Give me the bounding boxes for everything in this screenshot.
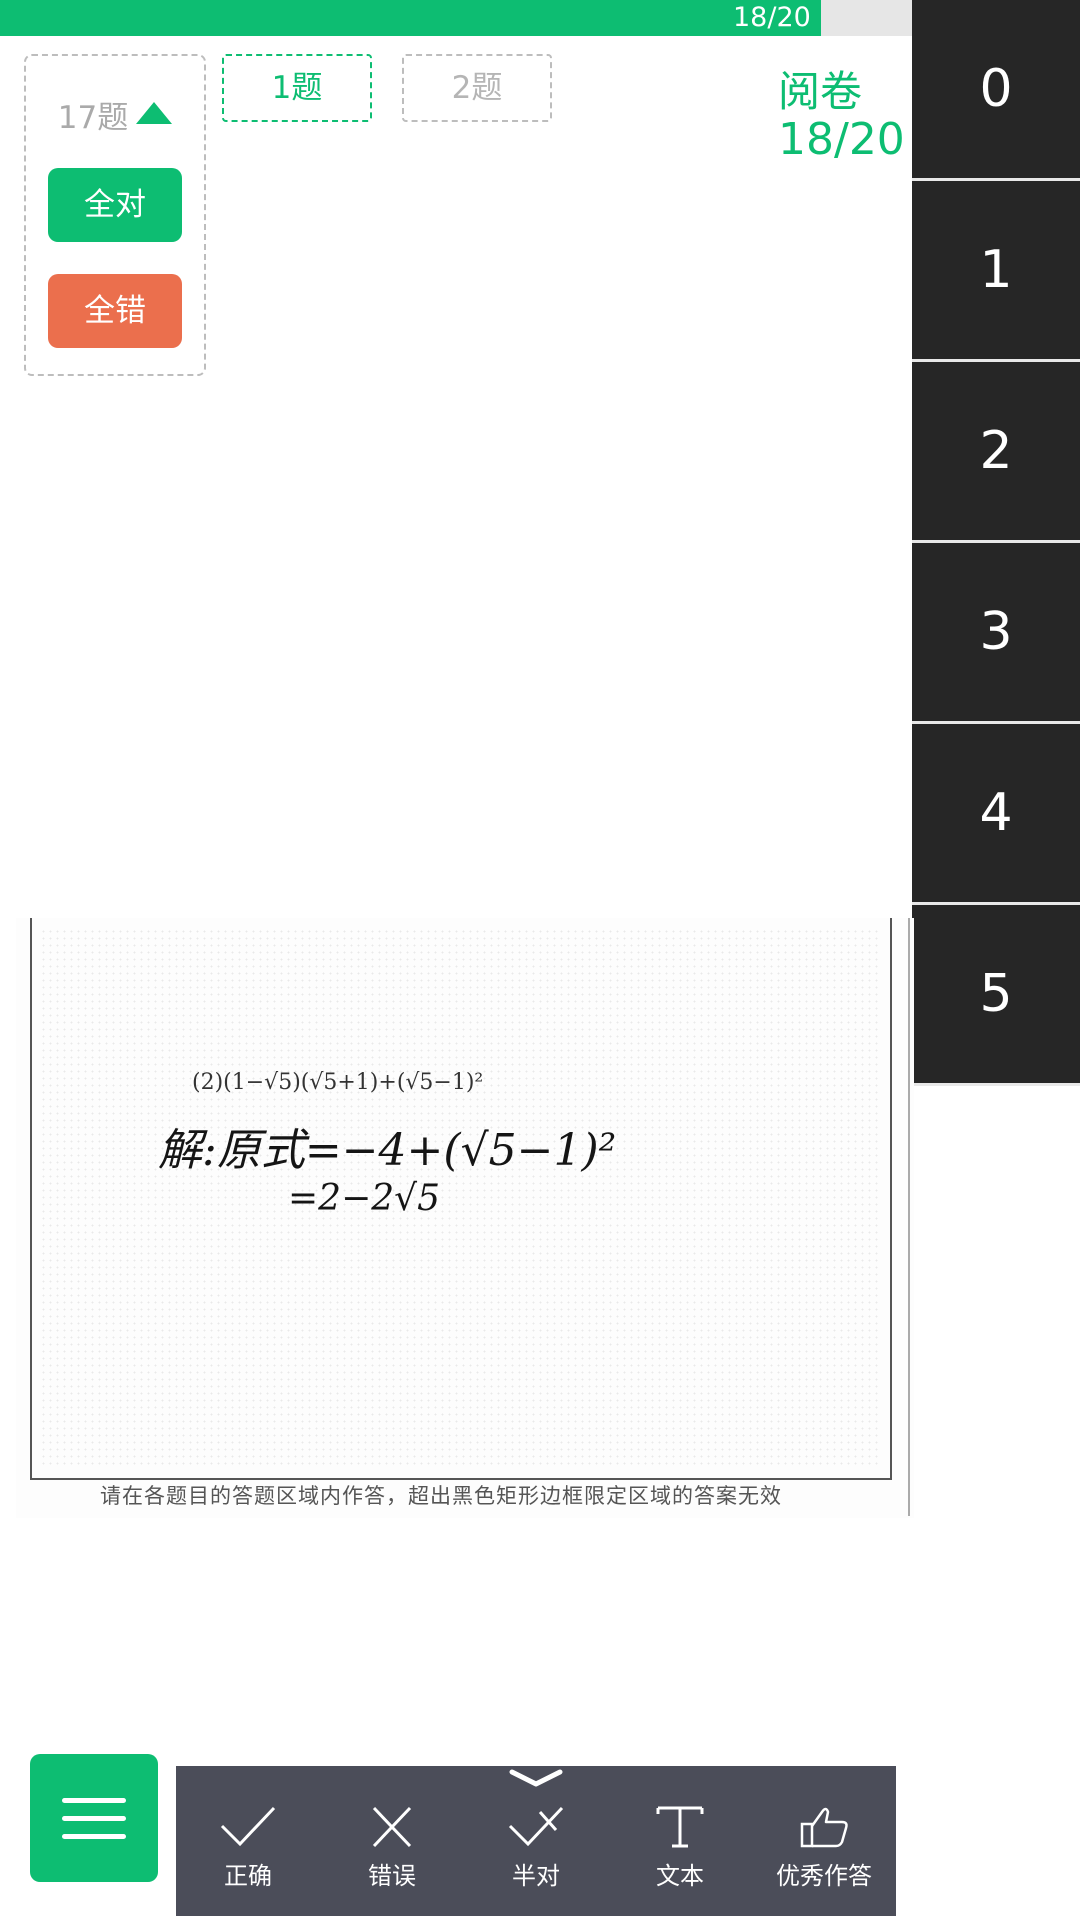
half-check-icon <box>508 1806 564 1847</box>
tool-wrong-label: 错误 <box>368 1862 416 1890</box>
progress-text: 18/20 <box>732 2 811 33</box>
tool-correct[interactable]: 正确 <box>176 1804 320 1914</box>
menu-icon-bar <box>62 1816 126 1821</box>
menu-icon-bar <box>62 1798 126 1803</box>
handwritten-line-2: =2−2√5 <box>288 1178 440 1219</box>
chevron-down-icon[interactable] <box>508 1766 564 1790</box>
tool-half-correct-label: 半对 <box>512 1862 560 1890</box>
question-tab-2[interactable]: 2题 <box>402 54 552 122</box>
printed-footer-notice: 请在各题目的答题区域内作答，超出黑色矩形边框限定区域的答案无效 <box>100 1484 782 1508</box>
printed-problem: (2)(1−√5)(√5+1)+(√5−1)² <box>192 1070 484 1095</box>
tool-correct-label: 正确 <box>224 1862 272 1890</box>
question-group-card: 17题 全对 全错 <box>24 54 206 376</box>
tool-text-label: 文本 <box>656 1862 704 1890</box>
text-icon <box>656 1806 704 1848</box>
tool-excellent-answer[interactable]: 优秀作答 <box>752 1804 896 1914</box>
tool-excellent-answer-label: 优秀作答 <box>776 1862 872 1890</box>
score-button-0[interactable]: 0 <box>912 0 1080 181</box>
tool-half-correct[interactable]: 半对 <box>464 1804 608 1914</box>
scan-page-edge <box>902 918 910 1516</box>
cross-icon <box>372 1806 412 1848</box>
review-label: 阅卷 <box>778 67 863 116</box>
annotation-toolbar: 正确 错误 半对 文本 优秀作答 <box>176 1766 896 1916</box>
check-icon <box>220 1806 276 1847</box>
score-button-1[interactable]: 1 <box>912 181 1080 362</box>
answer-scan-image: (2)(1−√5)(√5+1)+(√5−1)² 解:原式=−4+(√5−1)² … <box>16 918 914 1518</box>
tool-text[interactable]: 文本 <box>608 1804 752 1914</box>
review-count: 18/20 <box>778 114 905 165</box>
collapse-triangle-icon <box>136 102 173 124</box>
question-group-title: 17题 <box>57 100 129 136</box>
menu-icon-bar <box>62 1834 126 1839</box>
answer-box-frame <box>30 918 892 1480</box>
tool-wrong[interactable]: 错误 <box>320 1804 464 1914</box>
question-tab-1[interactable]: 1题 <box>222 54 372 122</box>
score-button-4[interactable]: 4 <box>912 724 1080 905</box>
score-button-5[interactable]: 5 <box>912 905 1080 1086</box>
thumbs-up-icon <box>800 1807 848 1848</box>
all-wrong-button[interactable]: 全错 <box>48 274 182 348</box>
question-group-toggle[interactable]: 17题 <box>26 92 204 137</box>
handwritten-line-1: 解:原式=−4+(√5−1)² <box>158 1125 617 1176</box>
score-button-3[interactable]: 3 <box>912 543 1080 724</box>
score-button-2[interactable]: 2 <box>912 362 1080 543</box>
menu-button[interactable] <box>30 1754 158 1882</box>
score-panel: 0 1 2 3 4 5 <box>912 0 1080 1086</box>
grading-screen: 18/20 17题 全对 全错 1题 2题 阅卷 18/20 0 1 2 3 4… <box>0 0 1080 1920</box>
all-right-button[interactable]: 全对 <box>48 168 182 242</box>
progress-fill: 18/20 <box>0 0 821 36</box>
progress-bar: 18/20 <box>0 0 912 36</box>
